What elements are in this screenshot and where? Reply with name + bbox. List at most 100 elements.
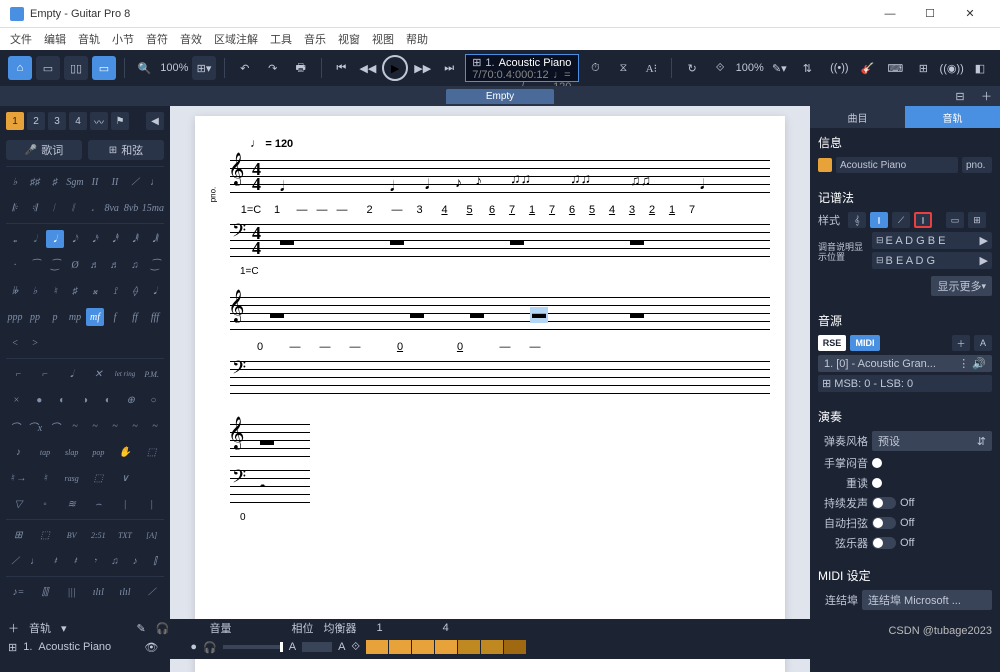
note[interactable]: 𝅘𝅥	[425, 178, 429, 194]
track-display[interactable]: ⊞ 1. Acoustic Piano 7/7 0:0.4:0 00:12 / …	[465, 54, 579, 82]
rep-tool[interactable]: 8vb	[122, 199, 139, 217]
fx-tool[interactable]: ⊞	[6, 526, 31, 544]
tuner-button[interactable]: ✎▾	[767, 56, 791, 80]
fx-tool[interactable]: ♮	[33, 469, 58, 487]
fx-slap[interactable]: slap	[59, 443, 84, 461]
dyn-pp[interactable]: pp	[26, 308, 44, 326]
rse-button[interactable]: RSE	[818, 335, 846, 351]
dyn-fff[interactable]: fff	[146, 308, 164, 326]
decresc[interactable]: >	[26, 334, 44, 352]
fx-tool[interactable]: ⫿⫿	[33, 583, 58, 601]
fx-tool[interactable]: ♪	[6, 443, 31, 461]
rest[interactable]: ▬	[630, 234, 644, 250]
notation-grid-button[interactable]: ⊞	[968, 212, 986, 228]
toggle-left-icon[interactable]: ◀	[146, 112, 164, 130]
rest[interactable]: ▬	[470, 307, 484, 323]
tuning-display-2[interactable]: ⊟ B E A D G▶	[872, 252, 992, 269]
minimize-button[interactable]: —	[870, 0, 910, 28]
num[interactable]: 3	[622, 204, 642, 216]
fx-tool[interactable]: ▽	[6, 495, 31, 513]
eighth-note[interactable]: 𝅘𝅥𝅮	[66, 230, 84, 248]
print-button[interactable]: 🖶	[289, 56, 313, 80]
accent-knob[interactable]	[872, 478, 882, 488]
rest-tool[interactable]: ♬	[86, 256, 104, 274]
undo-button[interactable]: ↶	[233, 56, 257, 80]
zoom-icon[interactable]: 🔍	[133, 56, 157, 80]
fx-time[interactable]: 2:51	[86, 526, 111, 544]
rewind-button[interactable]: ◀◀	[355, 56, 380, 80]
whole-note[interactable]: 𝅝	[6, 230, 24, 248]
num[interactable]: 2	[352, 204, 387, 216]
view-4[interactable]: 4	[69, 112, 87, 130]
view-2[interactable]: 2	[27, 112, 45, 130]
play-button[interactable]: ▶	[382, 55, 408, 81]
menu-bar[interactable]: 小节	[112, 31, 134, 47]
piano-icon[interactable]: ⌨	[883, 56, 907, 80]
view-1[interactable]: 1	[6, 112, 24, 130]
tuning-display-1[interactable]: ⊟ E A D G B E▶	[872, 232, 992, 249]
menu-note[interactable]: 音符	[146, 31, 168, 47]
fx-tool[interactable]: ılıl	[113, 583, 138, 601]
loop-button[interactable]: ↻	[680, 56, 704, 80]
visibility-icon[interactable]: 👁	[144, 641, 158, 654]
rest[interactable]: ▬	[280, 234, 294, 250]
auto-a2-icon[interactable]: A	[338, 641, 345, 653]
speed-icon[interactable]: ⟐	[708, 56, 732, 80]
track-color-swatch[interactable]	[818, 158, 832, 172]
fx-tool[interactable]: 𝅘𝅥	[59, 365, 84, 383]
key-tool[interactable]: II	[86, 173, 104, 191]
palm-mute-knob[interactable]	[872, 458, 882, 468]
fx-bv[interactable]: BV	[59, 526, 84, 544]
auto-a-icon[interactable]: A	[289, 641, 296, 653]
panel-toggle-icon[interactable]: ◧	[968, 56, 992, 80]
add-sound-button[interactable]: ＋	[952, 335, 970, 351]
fx-tool[interactable]: ◑	[75, 391, 96, 409]
layout-2-button[interactable]: ▯▯	[64, 56, 88, 80]
add-tab-icon[interactable]: ＋	[981, 88, 992, 104]
fx-tool[interactable]: |||	[59, 583, 84, 601]
fx-tool[interactable]: ⌒x	[26, 417, 44, 435]
fx-tool[interactable]: ⌒	[6, 417, 24, 435]
notation-slash-button[interactable]: ⟋	[892, 212, 910, 228]
fx-tool[interactable]: ~	[66, 417, 84, 435]
num[interactable]: 1	[662, 204, 682, 216]
chevron-down-icon[interactable]: ▾	[61, 622, 67, 635]
track-name-input[interactable]: Acoustic Piano	[836, 157, 958, 173]
forward-button[interactable]: ▶▶	[410, 56, 435, 80]
fx-tool[interactable]: |	[113, 495, 138, 513]
rest-tool[interactable]: ♬	[106, 256, 124, 274]
fx-tool[interactable]: ∨	[113, 469, 138, 487]
layout-3-button[interactable]: ▭	[92, 56, 116, 80]
acc-tool[interactable]: 𝄪	[86, 282, 104, 300]
num[interactable]: 1	[522, 204, 542, 216]
view-wave-icon[interactable]: 〰	[90, 112, 108, 130]
fx-rasg[interactable]: rasg	[59, 469, 84, 487]
view-flag-icon[interactable]: ⚑	[111, 112, 129, 130]
fx-tool[interactable]: ⌢	[86, 495, 111, 513]
treble-staff-2[interactable]: 𝄞 ▬ ▬ ▬ ▬ ▬	[230, 297, 770, 335]
rep-tool[interactable]: 𝄀	[45, 199, 62, 217]
note[interactable]: ♫♫	[510, 172, 531, 188]
acc-tool[interactable]: 𝅘𝅥	[146, 282, 164, 300]
key-tool[interactable]: ⟋	[126, 173, 144, 191]
fx-tool[interactable]: ×	[6, 391, 27, 409]
key-tool[interactable]: ♭	[6, 173, 24, 191]
fx-tool[interactable]: ⊕	[120, 391, 141, 409]
layout-1-button[interactable]: ▭	[36, 56, 60, 80]
num[interactable]: 5	[582, 204, 602, 216]
cresc[interactable]: <	[6, 334, 24, 352]
rep-tool[interactable]: 𝅃	[84, 199, 101, 217]
num[interactable]: 4	[602, 204, 622, 216]
note[interactable]: 𝅘𝅥	[390, 180, 394, 196]
fx-tool[interactable]: ♪	[126, 552, 144, 570]
play-style-select[interactable]: 预设⇵	[872, 431, 992, 451]
notation-jianpu-button[interactable]: ⫾	[914, 212, 932, 228]
fretboard-icon[interactable]: ⊞	[911, 56, 935, 80]
notation-tab-button[interactable]: ⫾	[870, 212, 888, 228]
fx-tool[interactable]: 𝄾	[86, 552, 104, 570]
rest[interactable]: ▬	[410, 307, 424, 323]
num[interactable]: 0	[430, 341, 490, 353]
acc-tool[interactable]: 𝄫	[6, 282, 24, 300]
key-tool[interactable]: ♯	[46, 173, 64, 191]
text-a-icon[interactable]: A⁝	[639, 56, 663, 80]
